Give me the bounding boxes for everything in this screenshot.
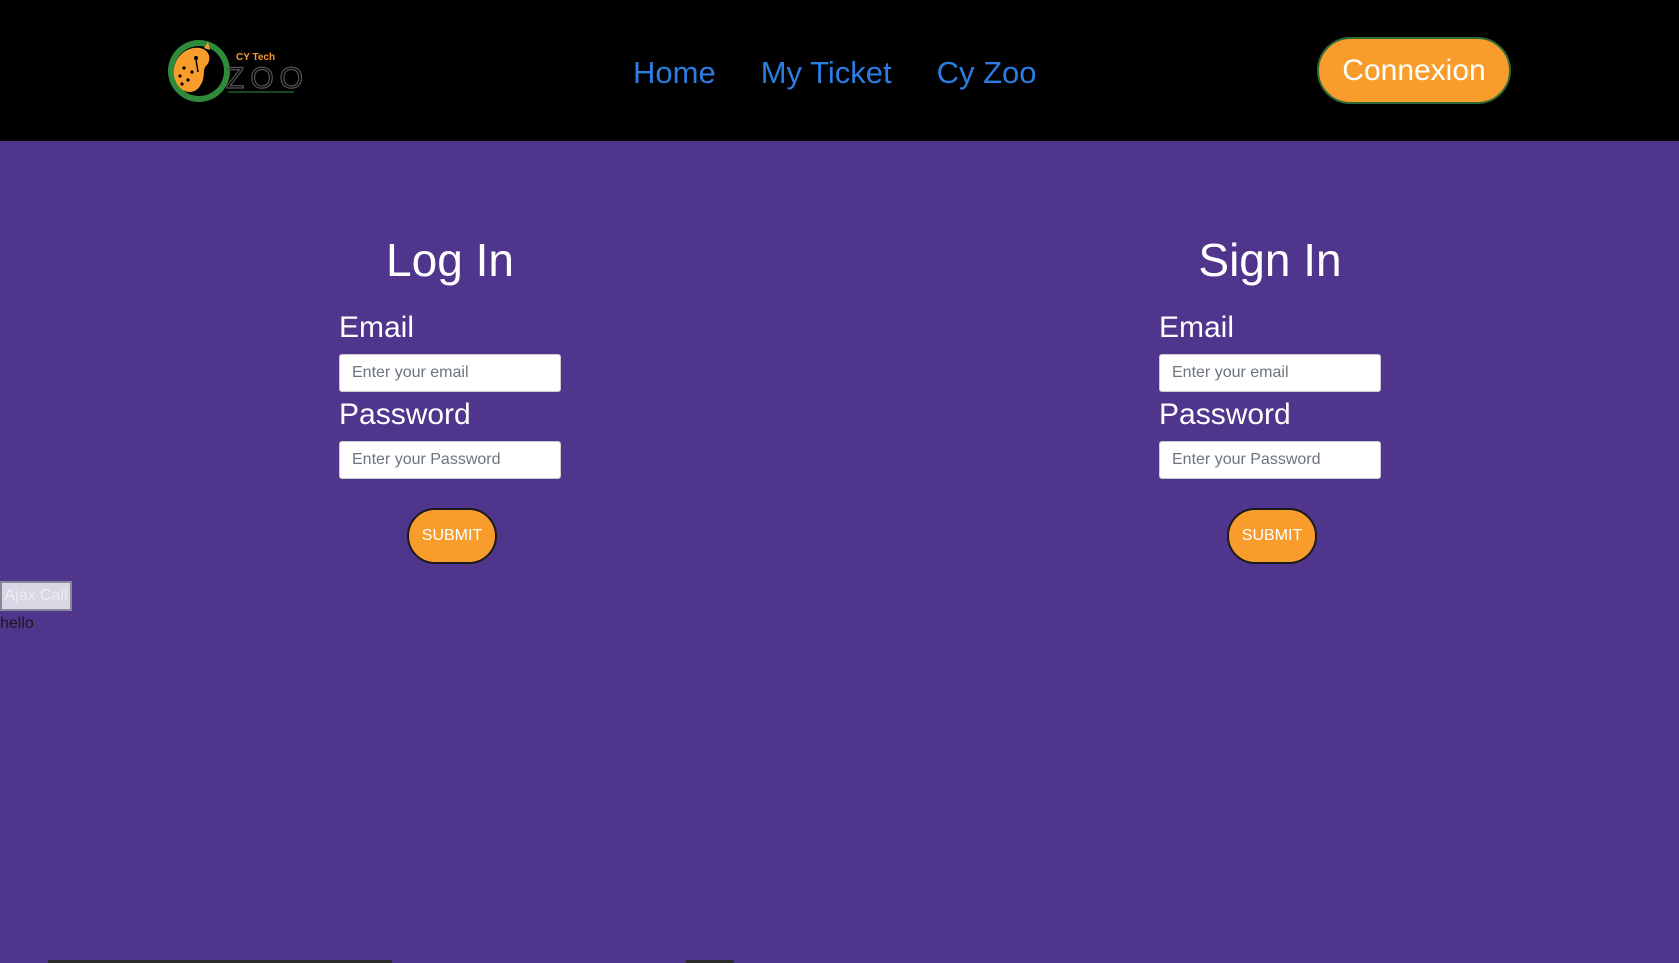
login-email-input[interactable] [339, 354, 561, 392]
site-header: CY Tech ZOO Home My Ticket Cy Zoo Connex… [0, 0, 1679, 141]
login-submit-button[interactable]: SUBMIT [407, 508, 497, 564]
cy-tech-zoo-logo[interactable]: CY Tech ZOO [166, 38, 306, 104]
nav-my-ticket-link[interactable]: My Ticket [761, 52, 892, 94]
cheetah-logo-icon: CY Tech ZOO [168, 40, 306, 102]
nav-cy-zoo-link[interactable]: Cy Zoo [937, 52, 1037, 94]
ajax-call-label: Ajax Call [4, 587, 68, 604]
login-title: Log In [386, 234, 514, 286]
signin-form: Sign In Email Password SUBMIT [1120, 230, 1420, 564]
nav-home-link[interactable]: Home [633, 52, 716, 94]
signin-submit-button[interactable]: SUBMIT [1227, 508, 1317, 564]
login-password-label: Password [339, 398, 471, 431]
connexion-button[interactable]: Connexion [1317, 37, 1511, 104]
signin-email-input[interactable] [1159, 354, 1381, 392]
login-email-label: Email [339, 311, 415, 344]
signin-password-label: Password [1159, 398, 1291, 431]
ajax-call-button[interactable]: Ajax Call [0, 581, 72, 611]
signin-password-input[interactable] [1159, 441, 1381, 479]
signin-title: Sign In [1198, 234, 1342, 286]
svg-text:ZOO: ZOO [226, 62, 306, 95]
signin-email-label: Email [1159, 311, 1235, 344]
main-nav: Home My Ticket Cy Zoo [633, 52, 1037, 94]
login-password-input[interactable] [339, 441, 561, 479]
login-fields: Email Password [339, 310, 561, 484]
login-form: Log In Email Password SUBMIT [300, 230, 600, 564]
ajax-output-text: hello [0, 615, 34, 632]
signin-fields: Email Password [1159, 310, 1381, 484]
